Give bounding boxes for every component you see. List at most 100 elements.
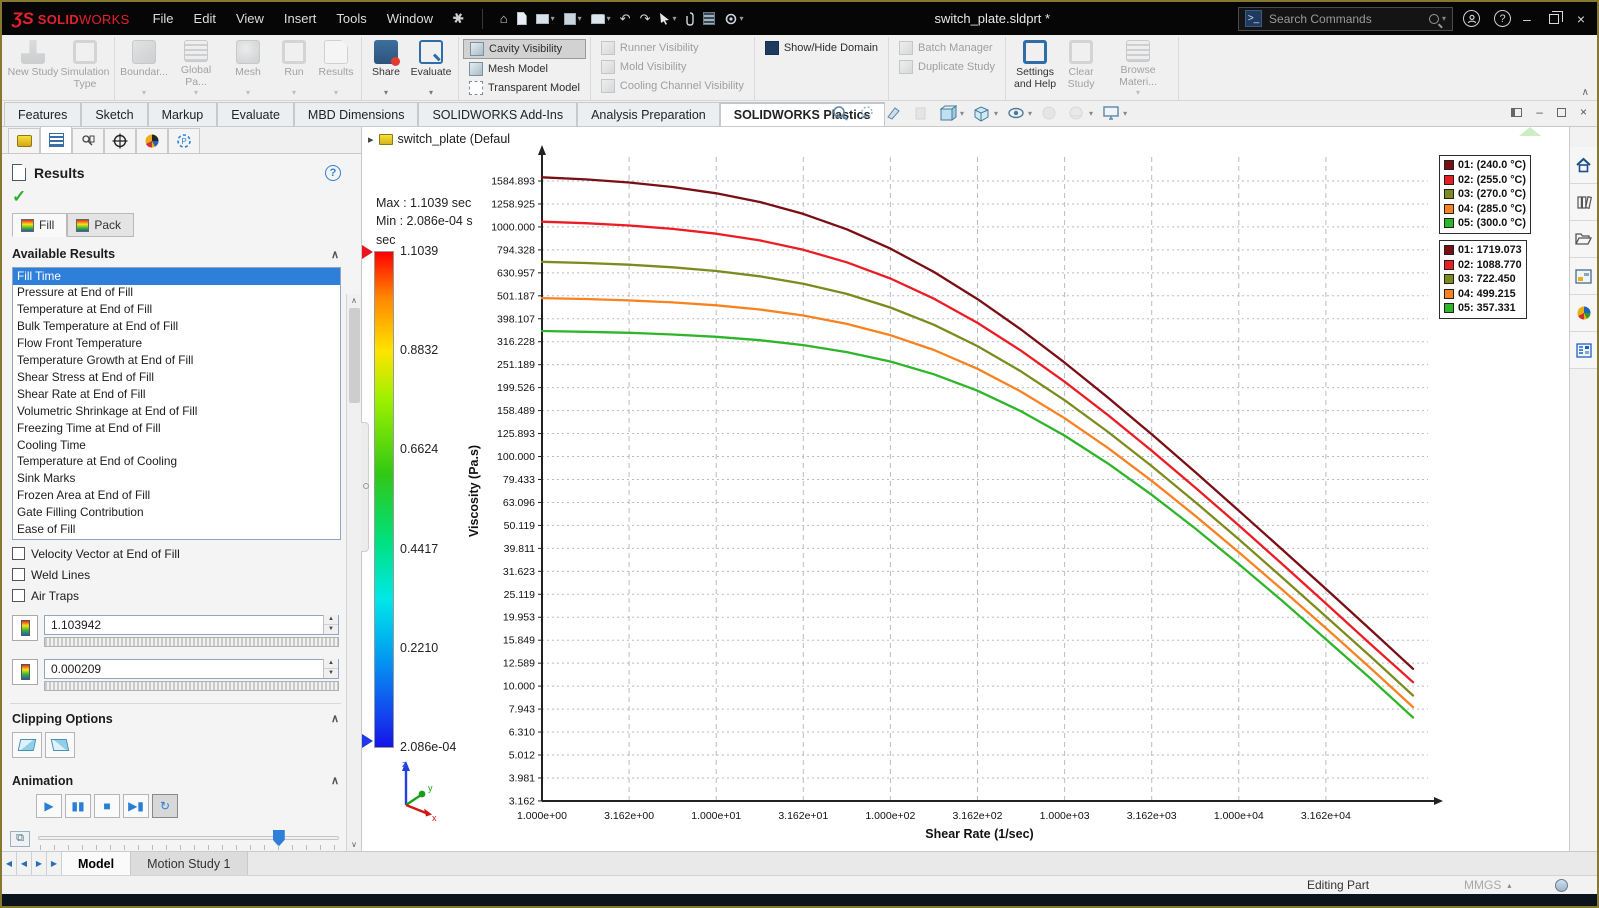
show-hide-domain-button[interactable]: Show/Hide Domain: [759, 39, 884, 57]
attachment-icon[interactable]: [683, 10, 697, 28]
close-button[interactable]: ×: [1577, 11, 1585, 27]
runner-visibility-button[interactable]: Runner Visibility: [595, 39, 750, 57]
result-list-item[interactable]: Temperature at End of Cooling: [13, 454, 340, 471]
menu-item[interactable]: Tools: [327, 7, 375, 30]
animation-collapse-icon[interactable]: ∧: [331, 774, 339, 787]
bottom-tab[interactable]: Model: [62, 852, 131, 875]
commandmanager-tab[interactable]: Markup: [148, 102, 218, 126]
play-button[interactable]: ▶: [36, 794, 62, 818]
section-view-icon[interactable]: [884, 104, 903, 122]
global-parameters-button[interactable]: Global Pa...▾: [170, 38, 222, 99]
colorbar-min-marker[interactable]: [362, 734, 373, 748]
home-button[interactable]: ⌂: [497, 9, 511, 28]
commandmanager-tab[interactable]: Sketch: [81, 102, 147, 126]
available-results-collapse-icon[interactable]: ∧: [331, 248, 339, 261]
tab-target[interactable]: [104, 128, 136, 153]
tab-plastics-settings[interactable]: P: [168, 128, 200, 153]
clipping-plane-button[interactable]: [12, 732, 42, 758]
results-button[interactable]: Results▾: [314, 38, 358, 99]
checkbox[interactable]: [12, 589, 25, 602]
menu-item[interactable]: File: [144, 7, 183, 30]
ribbon-collapse-icon[interactable]: ∧: [1582, 87, 1589, 98]
min-value-slider[interactable]: [44, 681, 339, 691]
result-checkbox-row[interactable]: Velocity Vector at End of Fill: [12, 547, 339, 561]
save-button[interactable]: ▾: [561, 11, 585, 27]
mesh-model-button[interactable]: Mesh Model: [463, 60, 586, 78]
previous-view-icon[interactable]: [911, 104, 930, 122]
result-list-item[interactable]: Flow Front Temperature: [13, 336, 340, 353]
help-icon[interactable]: ?: [1494, 10, 1511, 27]
result-list-item[interactable]: Frozen Area at End of Fill: [13, 488, 340, 505]
available-results-listbox[interactable]: Fill TimePressure at End of FillTemperat…: [12, 267, 341, 540]
view-settings-dropdown[interactable]: ▾: [1123, 109, 1127, 118]
doc-close-button[interactable]: ×: [1580, 105, 1587, 119]
clipping-collapse-icon[interactable]: ∧: [331, 712, 339, 725]
run-button[interactable]: Run▾: [274, 38, 314, 99]
prev-tab-button[interactable]: ◀: [17, 852, 32, 875]
appearances-scenes-icon[interactable]: [1570, 295, 1597, 332]
max-spinner[interactable]: ▲▼: [323, 615, 338, 634]
result-list-item[interactable]: Fill Time: [13, 268, 340, 285]
evaluate-button[interactable]: Evaluate▾: [407, 38, 455, 99]
scale-max-icon[interactable]: [12, 615, 38, 641]
loop-button[interactable]: ↻: [152, 794, 178, 818]
result-list-item[interactable]: Cooling Time: [13, 437, 340, 454]
first-tab-button[interactable]: ◀: [2, 852, 17, 875]
frame-slider[interactable]: [38, 828, 339, 850]
transparent-model-button[interactable]: Transparent Model: [463, 79, 586, 97]
result-checkbox-row[interactable]: Weld Lines: [12, 568, 339, 582]
scrollbar-thumb[interactable]: [349, 308, 360, 403]
pause-button[interactable]: ▮▮: [65, 794, 91, 818]
result-list-item[interactable]: Ease of Fill: [13, 522, 340, 539]
tab-plastics-manager[interactable]: [8, 128, 40, 153]
result-list-item[interactable]: Shear Stress at End of Fill: [13, 369, 340, 386]
search-dropdown-icon[interactable]: ▾: [1442, 14, 1446, 23]
commandmanager-tab[interactable]: Features: [4, 102, 81, 126]
search-icon[interactable]: [1429, 14, 1439, 24]
mold-visibility-button[interactable]: Mold Visibility: [595, 58, 750, 76]
tree-expander-icon[interactable]: ▸: [368, 133, 374, 146]
print-button[interactable]: ▾: [588, 12, 614, 26]
min-value-input[interactable]: 0.000209 ▲▼: [44, 659, 339, 679]
view-palette-icon[interactable]: [1570, 258, 1597, 295]
ok-check-icon[interactable]: ✓: [12, 187, 341, 207]
menu-item[interactable]: View: [227, 7, 273, 30]
last-tab-button[interactable]: ▶: [47, 852, 62, 875]
batch-manager-button[interactable]: Batch Manager: [893, 39, 1001, 57]
menu-item[interactable]: Edit: [185, 7, 225, 30]
commandmanager-tab[interactable]: SOLIDWORKS Add-Ins: [418, 102, 577, 126]
result-list-item[interactable]: Pressure at End of Fill: [13, 285, 340, 302]
commandmanager-tab[interactable]: MBD Dimensions: [294, 102, 419, 126]
result-list-item[interactable]: Shear Rate at End of Fill: [13, 386, 340, 403]
status-globe-icon[interactable]: [1555, 879, 1568, 892]
hide-show-dropdown[interactable]: ▾: [1028, 109, 1032, 118]
apply-scene-icon[interactable]: [1067, 104, 1086, 122]
view-orientation-dropdown[interactable]: ▾: [960, 109, 964, 118]
expand-pane-icon[interactable]: [1511, 108, 1522, 117]
units-selector[interactable]: MMGS▴: [1464, 878, 1511, 892]
result-list-item[interactable]: Temperature Growth at End of Fill: [13, 353, 340, 370]
feature-tree-item[interactable]: ▸ switch_plate (Defaul: [368, 132, 510, 146]
boundary-button[interactable]: Boundar...▾: [118, 38, 170, 99]
search-input[interactable]: Search Commands: [1269, 12, 1429, 26]
bottom-tab[interactable]: Motion Study 1: [131, 852, 247, 875]
tab-find-results[interactable]: [72, 128, 104, 153]
commandmanager-tab[interactable]: Evaluate: [217, 102, 294, 126]
home-tab-icon[interactable]: [1570, 147, 1597, 184]
cooling-channel-visibility-button[interactable]: Cooling Channel Visibility: [595, 77, 750, 95]
minimize-button[interactable]: –: [1523, 11, 1531, 27]
new-document-button[interactable]: [514, 10, 530, 27]
result-list-item[interactable]: Temperature at End of Fill: [13, 302, 340, 319]
options-gear-button[interactable]: ▾: [721, 10, 747, 28]
simulation-type-button[interactable]: Simulation Type: [59, 38, 111, 99]
menu-item[interactable]: Insert: [275, 7, 326, 30]
result-list-item[interactable]: Gate Filling Contribution: [13, 505, 340, 522]
scene-dropdown[interactable]: ▾: [1089, 109, 1093, 118]
undo-button[interactable]: ↶: [617, 9, 634, 29]
duplicate-study-button[interactable]: Duplicate Study: [893, 58, 1001, 76]
result-checkbox-row[interactable]: Air Traps: [12, 589, 339, 603]
step-button[interactable]: ▶▮: [123, 794, 149, 818]
view-orientation-icon[interactable]: [938, 104, 957, 122]
doc-restore-button[interactable]: [1557, 108, 1566, 117]
file-explorer-icon[interactable]: [1570, 221, 1597, 258]
